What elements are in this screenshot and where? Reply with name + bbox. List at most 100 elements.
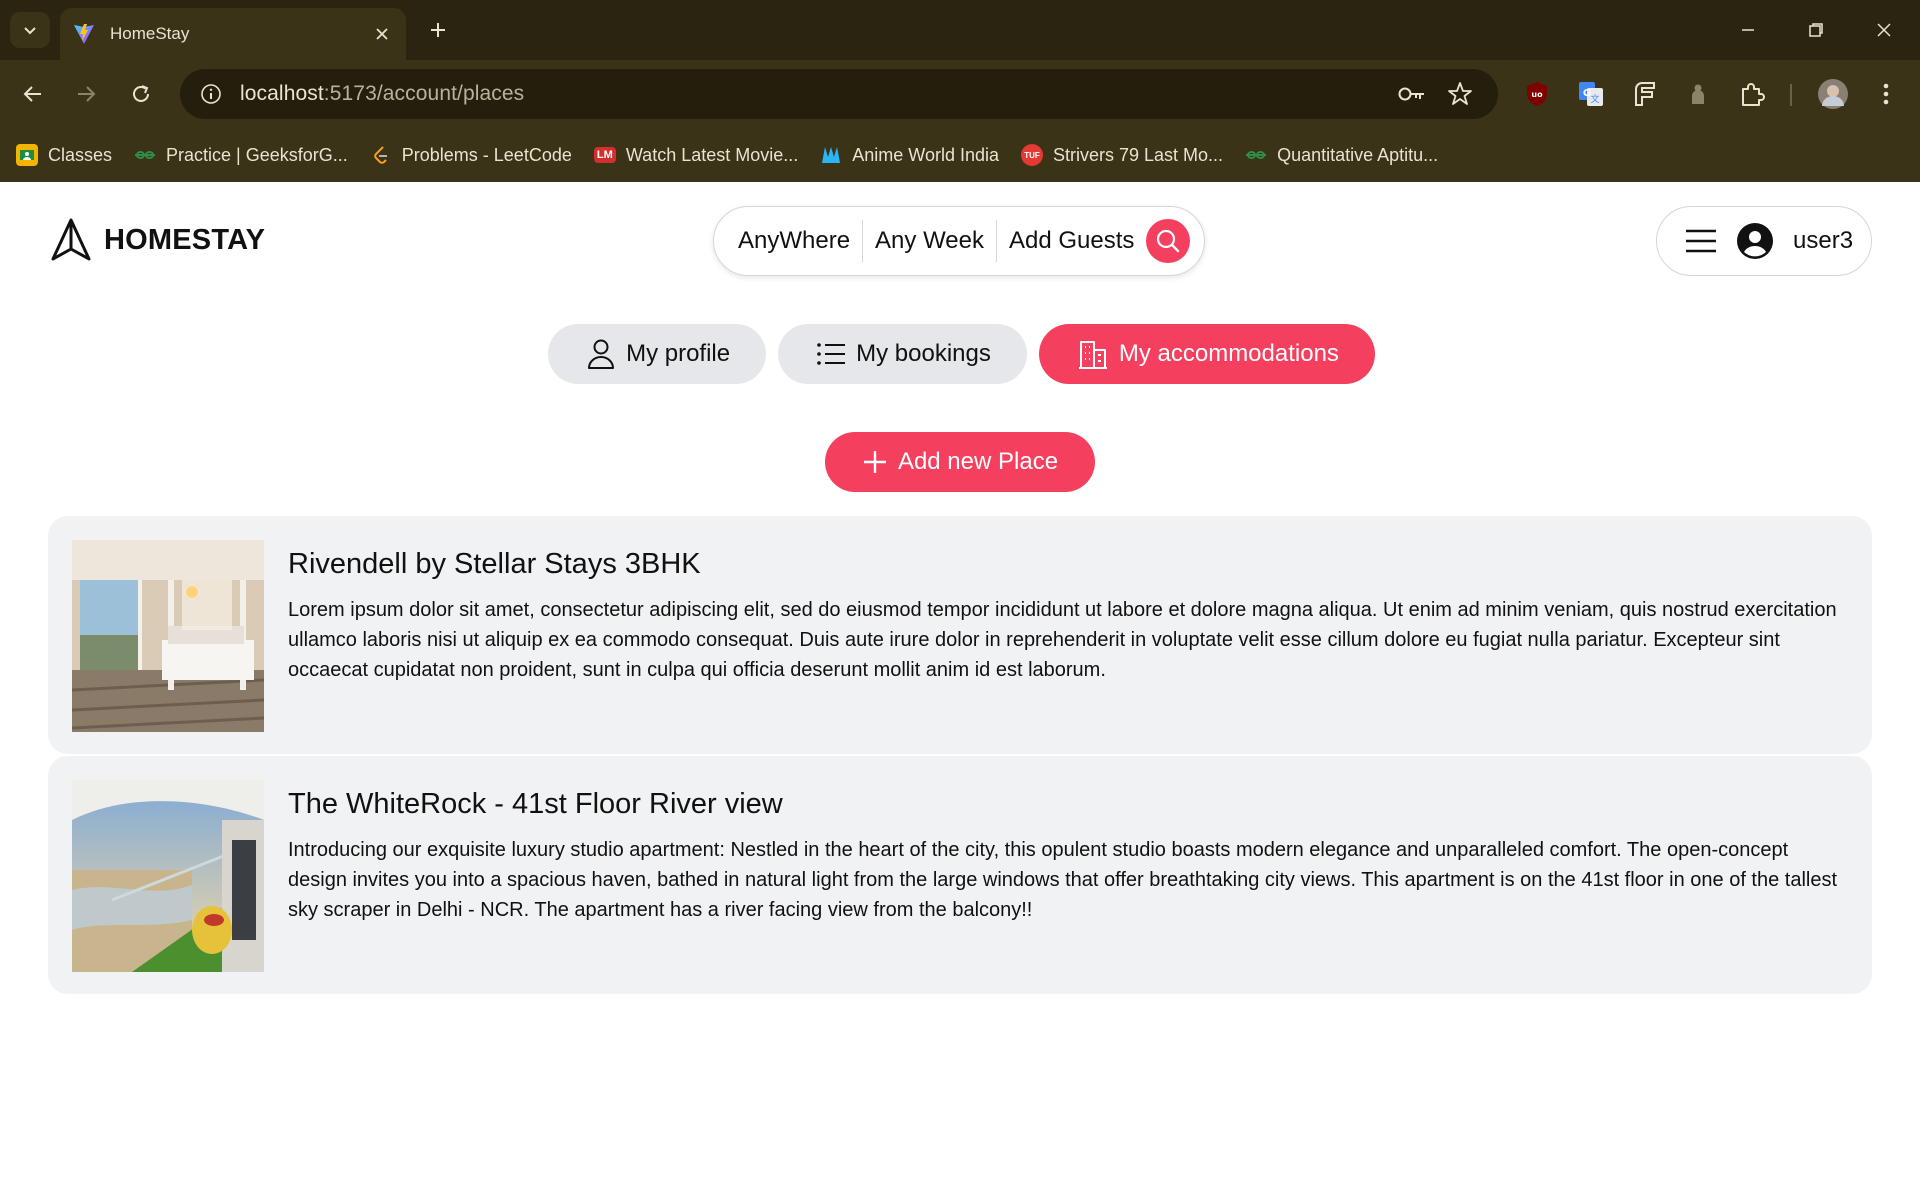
- add-new-place-label: Add new Place: [897, 448, 1059, 475]
- place-card[interactable]: The WhiteRock - 41st Floor River view In…: [48, 756, 1872, 994]
- bookmark-strivers[interactable]: TUF Strivers 79 Last Mo...: [1021, 144, 1223, 166]
- reload-icon: [133, 85, 149, 102]
- movie-site-icon: LM: [593, 147, 616, 163]
- svg-text:文: 文: [1590, 93, 1599, 105]
- tab-strip: HomeStay: [0, 0, 1920, 60]
- building-icon: [1078, 341, 1107, 369]
- search-button[interactable]: [1146, 219, 1191, 263]
- search-guests[interactable]: Add Guests: [1009, 227, 1134, 255]
- classroom-icon: [16, 144, 38, 166]
- leetcode-icon: [370, 144, 392, 166]
- tab-label: My profile: [626, 340, 731, 367]
- tab-title: HomeStay: [110, 24, 190, 43]
- tab-search-button[interactable]: [10, 12, 50, 48]
- geeksforgeeks-icon: [1245, 144, 1267, 166]
- url-host: localhost: [240, 82, 324, 105]
- tab-label: My accommodations: [1118, 340, 1339, 367]
- search-divider: [862, 220, 864, 262]
- add-new-place-button[interactable]: Add new Place: [825, 432, 1095, 492]
- address-bar[interactable]: localhost:5173/account/places: [180, 69, 1498, 119]
- search-bar[interactable]: AnyWhere Any Week Add Guests: [713, 206, 1205, 276]
- profile-avatar-icon[interactable]: [1813, 74, 1853, 114]
- place-title[interactable]: The WhiteRock - 41st Floor River view: [288, 788, 1848, 821]
- place-details: Rivendell by Stellar Stays 3BHK Lorem ip…: [288, 540, 1848, 730]
- bookmark-leetcode[interactable]: Problems - LeetCode: [370, 144, 572, 166]
- bookmark-label: Quantitative Aptitu...: [1277, 144, 1439, 165]
- reload-button[interactable]: [121, 74, 161, 114]
- user-avatar-icon: [1737, 223, 1773, 259]
- place-description: Lorem ipsum dolor sit amet, consectetur …: [288, 599, 1837, 681]
- search-when[interactable]: Any Week: [875, 227, 984, 255]
- tab-label: My bookings: [856, 340, 991, 367]
- minimize-button[interactable]: [1728, 12, 1768, 48]
- place-photo[interactable]: [72, 540, 264, 732]
- bookmark-label: Practice | GeeksforG...: [166, 144, 348, 165]
- forward-button[interactable]: [66, 74, 106, 114]
- search-icon: [1157, 229, 1180, 253]
- site-info-icon[interactable]: [196, 79, 226, 109]
- restore-button[interactable]: [1796, 12, 1836, 48]
- extension-f-icon[interactable]: [1625, 74, 1665, 114]
- new-tab-button[interactable]: [424, 16, 452, 44]
- toolbar-divider: [1790, 84, 1792, 106]
- list-icon: [817, 343, 846, 365]
- browser-chrome: HomeStay localhost:5173/account/places u…: [0, 0, 1920, 182]
- bookmark-anime-world[interactable]: Anime World India: [820, 144, 999, 166]
- tab-my-bookings[interactable]: My bookings: [778, 324, 1027, 384]
- bookmark-label: Strivers 79 Last Mo...: [1053, 144, 1224, 165]
- bookmark-label: Anime World India: [852, 144, 999, 165]
- place-title[interactable]: Rivendell by Stellar Stays 3BHK: [288, 548, 1848, 581]
- place-photo[interactable]: [72, 780, 264, 972]
- close-icon: [1877, 23, 1891, 37]
- account-tabs: My profile My bookings My accommodations: [0, 324, 1920, 384]
- place-card[interactable]: Rivendell by Stellar Stays 3BHK Lorem ip…: [48, 516, 1872, 754]
- hamburger-menu-icon: [1686, 229, 1716, 253]
- plus-icon: [863, 451, 886, 473]
- arrow-right-icon: [78, 86, 96, 102]
- close-window-button[interactable]: [1864, 12, 1904, 48]
- close-tab-icon[interactable]: [370, 22, 394, 46]
- search-divider: [995, 220, 997, 262]
- bookmark-label: Classes: [48, 144, 113, 165]
- brand-logo[interactable]: HOMESTAY: [50, 218, 265, 262]
- paper-plane-icon: [51, 218, 91, 261]
- anime-icon: [820, 144, 842, 166]
- username: user3: [1793, 227, 1854, 254]
- back-button[interactable]: [13, 74, 53, 114]
- place-details: The WhiteRock - 41st Floor River view In…: [288, 780, 1848, 970]
- svg-text:uo: uo: [1531, 90, 1543, 99]
- url-path: :5173/account/places: [323, 82, 525, 105]
- ublock-origin-icon[interactable]: uo: [1517, 74, 1557, 114]
- extensions-puzzle-icon[interactable]: [1732, 74, 1772, 114]
- search-where[interactable]: AnyWhere: [738, 227, 850, 255]
- restore-icon: [1809, 23, 1823, 37]
- bookmark-classes[interactable]: Classes: [16, 144, 112, 166]
- page-content: HOMESTAY AnyWhere Any Week Add Guests us…: [0, 182, 1920, 1200]
- vite-logo-icon: [74, 24, 94, 44]
- google-translate-icon[interactable]: G文: [1571, 74, 1611, 114]
- user-menu[interactable]: user3: [1656, 206, 1872, 276]
- tab-my-profile[interactable]: My profile: [548, 324, 767, 384]
- place-description: Introducing our exquisite luxury studio …: [288, 839, 1838, 921]
- tab-my-accommodations[interactable]: My accommodations: [1038, 324, 1375, 384]
- bookmarks-bar: Classes Practice | GeeksforG... Problems…: [0, 128, 1920, 182]
- bookmark-movies[interactable]: LM Watch Latest Movie...: [593, 144, 799, 166]
- bookmark-quantitative-aptitude[interactable]: Quantitative Aptitu...: [1245, 144, 1438, 166]
- browser-tab[interactable]: HomeStay: [60, 8, 406, 60]
- browser-toolbar: localhost:5173/account/places uo G文: [0, 60, 1920, 128]
- minimize-icon: [1742, 29, 1754, 31]
- password-key-icon[interactable]: [1398, 80, 1426, 108]
- bookmark-star-icon[interactable]: [1446, 80, 1474, 108]
- brand-name: HOMESTAY: [104, 223, 266, 256]
- chevron-down-icon: [24, 27, 36, 35]
- bedroom-photo: [72, 540, 264, 732]
- bookmark-geeksforgeeks-practice[interactable]: Practice | GeeksforG...: [134, 144, 348, 166]
- browser-menu-icon[interactable]: [1866, 74, 1906, 114]
- plus-icon: [431, 23, 445, 37]
- geeksforgeeks-icon: [134, 144, 156, 166]
- url-text: localhost:5173/account/places: [240, 82, 524, 106]
- bookmark-label: Watch Latest Movie...: [625, 144, 799, 165]
- extension-figure-icon[interactable]: [1678, 74, 1718, 114]
- balcony-river-view-photo: [72, 780, 264, 972]
- arrow-left-icon: [23, 86, 41, 102]
